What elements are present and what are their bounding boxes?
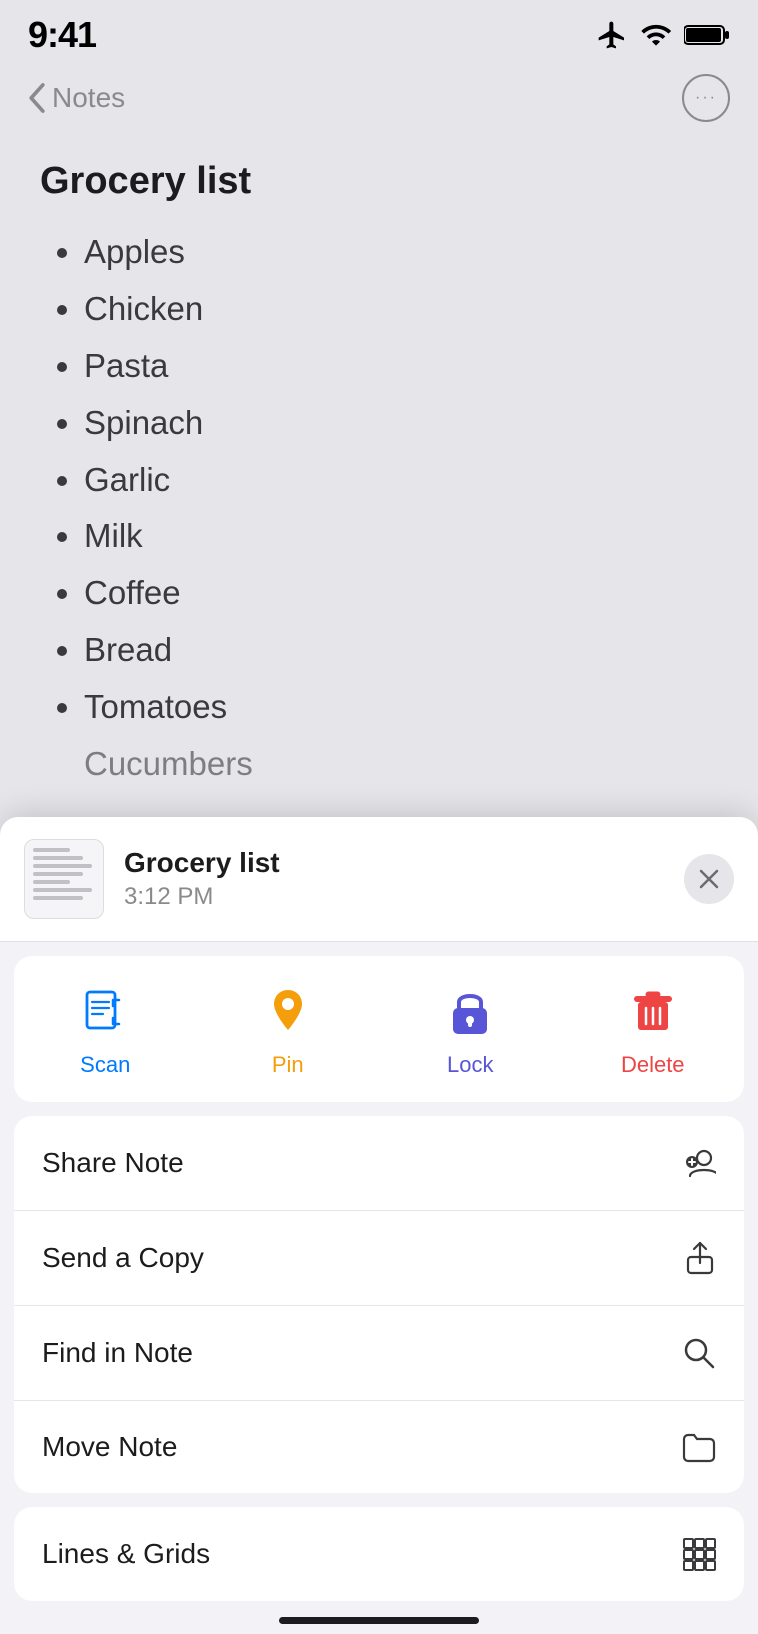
action-row: Scan Pin Lock xyxy=(14,956,744,1102)
list-item: Spinach xyxy=(84,402,718,445)
menu-list: Share Note Send a Copy xyxy=(14,1116,744,1493)
move-note-label: Move Note xyxy=(42,1431,177,1463)
send-copy-label: Send a Copy xyxy=(42,1242,204,1274)
pin-label: Pin xyxy=(272,1052,304,1078)
note-content-area: Grocery list Apples Chicken Pasta Spinac… xyxy=(0,136,758,824)
lines-grids-item[interactable]: Lines & Grids xyxy=(14,1507,744,1601)
delete-label: Delete xyxy=(621,1052,685,1078)
list-item: Cucumbers xyxy=(84,743,718,786)
nav-bar: Notes ··· xyxy=(0,66,758,136)
share-note-icon xyxy=(682,1146,716,1180)
thumb-line xyxy=(33,888,92,892)
status-bar: 9:41 xyxy=(0,0,758,66)
lock-action[interactable]: Lock xyxy=(379,984,562,1078)
grocery-list: Apples Chicken Pasta Spinach Garlic Milk… xyxy=(40,231,718,786)
find-in-note-item[interactable]: Find in Note xyxy=(14,1306,744,1401)
close-button[interactable] xyxy=(684,854,734,904)
list-item: Milk xyxy=(84,515,718,558)
home-indicator xyxy=(279,1617,479,1624)
note-title: Grocery list xyxy=(40,160,718,203)
list-item: Chicken xyxy=(84,288,718,331)
scan-label: Scan xyxy=(80,1052,130,1078)
airplane-icon xyxy=(596,19,628,51)
thumb-line xyxy=(33,848,70,852)
close-icon xyxy=(698,868,720,890)
lock-icon xyxy=(442,984,498,1040)
share-note-item[interactable]: Share Note xyxy=(14,1116,744,1211)
status-time: 9:41 xyxy=(28,14,96,56)
thumb-line xyxy=(33,872,83,876)
lines-grids-icon xyxy=(682,1537,716,1571)
scan-icon xyxy=(77,984,133,1040)
list-item: Pasta xyxy=(84,345,718,388)
battery-icon xyxy=(684,21,730,49)
note-thumbnail xyxy=(24,839,104,919)
wifi-icon xyxy=(638,19,674,51)
list-item: Bread xyxy=(84,629,718,672)
note-preview-title: Grocery list xyxy=(124,847,664,879)
list-item: Coffee xyxy=(84,572,718,615)
delete-action[interactable]: Delete xyxy=(562,984,745,1078)
list-item: Garlic xyxy=(84,459,718,502)
thumb-line xyxy=(33,864,92,868)
note-preview-time: 3:12 PM xyxy=(124,883,664,911)
thumb-line xyxy=(33,896,83,900)
list-item: Apples xyxy=(84,231,718,274)
status-icons xyxy=(596,19,730,51)
scan-action[interactable]: Scan xyxy=(14,984,197,1078)
note-preview-row: Grocery list 3:12 PM xyxy=(0,817,758,942)
list-item: Tomatoes xyxy=(84,686,718,729)
chevron-left-icon xyxy=(28,82,46,114)
nav-back-button[interactable]: Notes xyxy=(28,82,125,114)
thumb-line xyxy=(33,880,70,884)
nav-more-dots: ··· xyxy=(695,89,717,107)
lock-label: Lock xyxy=(447,1052,493,1078)
bottom-sheet: Grocery list 3:12 PM xyxy=(0,817,758,1634)
move-note-icon xyxy=(682,1431,716,1463)
note-preview-info: Grocery list 3:12 PM xyxy=(124,847,664,911)
find-in-note-label: Find in Note xyxy=(42,1337,193,1369)
nav-back-label: Notes xyxy=(52,82,125,114)
lines-grids-label: Lines & Grids xyxy=(42,1538,210,1570)
delete-icon xyxy=(625,984,681,1040)
move-note-item[interactable]: Move Note xyxy=(14,1401,744,1493)
send-copy-icon xyxy=(684,1241,716,1275)
thumb-line xyxy=(33,856,83,860)
pin-icon xyxy=(260,984,316,1040)
nav-more-button[interactable]: ··· xyxy=(682,74,730,122)
send-copy-item[interactable]: Send a Copy xyxy=(14,1211,744,1306)
find-in-note-icon xyxy=(682,1336,716,1370)
share-note-label: Share Note xyxy=(42,1147,184,1179)
pin-action[interactable]: Pin xyxy=(197,984,380,1078)
